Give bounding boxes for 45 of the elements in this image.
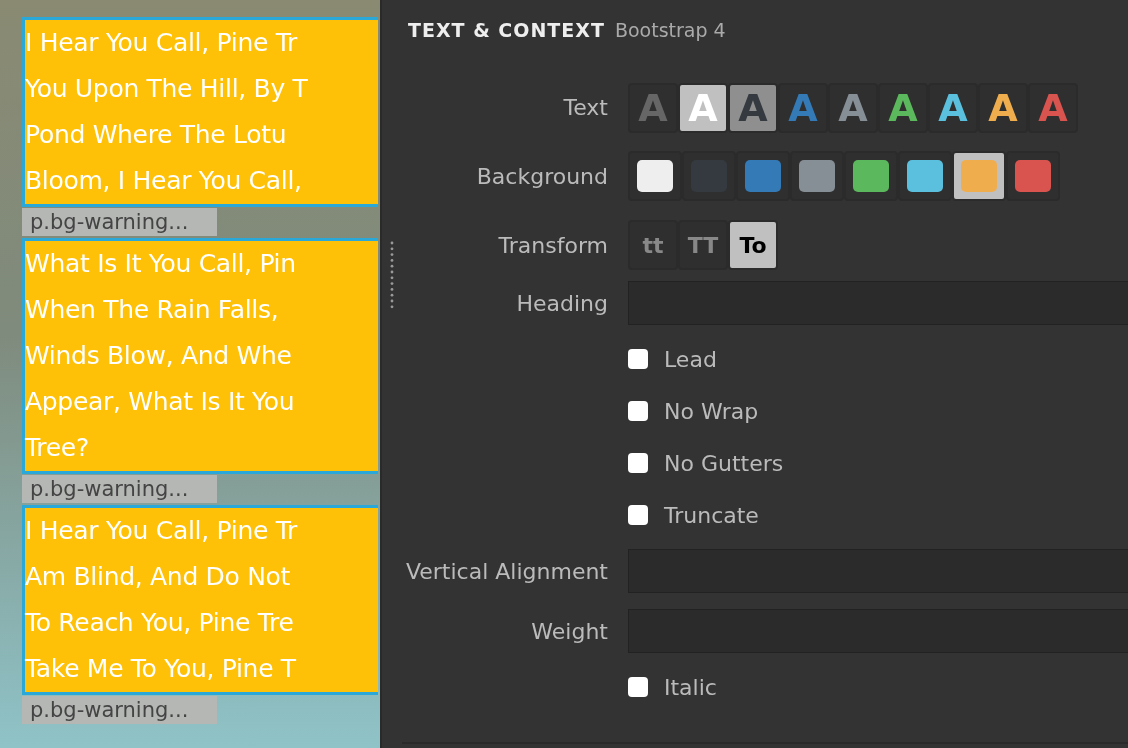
text-color-swatch[interactable]: A xyxy=(1028,82,1078,133)
transform-button[interactable]: TT xyxy=(678,220,728,270)
text-color-swatch[interactable]: A xyxy=(828,82,878,133)
field-label: Transform xyxy=(497,232,609,258)
checkbox[interactable] xyxy=(628,453,648,473)
field-label: Heading xyxy=(515,290,609,316)
paragraph-line: To Reach You, Pine Tre xyxy=(25,607,295,639)
paragraph-line: Pond Where The Lotu xyxy=(25,119,288,151)
field-label: Weight xyxy=(530,618,609,644)
field-label: Vertical Alignment xyxy=(404,558,609,584)
paragraph-line: Am Blind, And Do Not xyxy=(25,561,292,593)
paragraph-line: What Is It You Call, Pin xyxy=(25,248,297,280)
text-color-swatch[interactable]: A xyxy=(878,82,928,133)
paragraph-line: You Upon The Hill, By T xyxy=(25,73,309,105)
transform-button[interactable]: To xyxy=(728,220,778,270)
paragraph-line: Winds Blow, And Whe xyxy=(25,340,293,372)
checkbox-label: No Wrap xyxy=(664,398,759,424)
text-color-swatch[interactable]: A xyxy=(928,82,978,133)
paragraph-line: Take Me To You, Pine T xyxy=(25,653,297,685)
element-tag[interactable]: p.bg-warning... xyxy=(22,696,217,724)
field-label: Background xyxy=(475,163,609,189)
checkbox[interactable] xyxy=(628,505,648,525)
checkbox-label: Lead xyxy=(664,346,717,372)
paragraph-line: I Hear You Call, Pine Tr xyxy=(25,27,299,59)
checkbox-label: Truncate xyxy=(664,502,759,528)
paragraph-line: I Hear You Call, Pine Tr xyxy=(25,515,299,547)
text-color-swatch[interactable]: A xyxy=(728,82,778,133)
transform-button[interactable]: tt xyxy=(628,220,678,270)
paragraph-line: Appear, What Is It You xyxy=(25,386,296,418)
paragraph-line: When The Rain Falls, xyxy=(25,294,280,326)
paragraph-line: Tree? xyxy=(25,432,90,464)
element-tag[interactable]: p.bg-warning... xyxy=(22,475,217,503)
field-label: Text xyxy=(562,95,609,120)
checkbox[interactable] xyxy=(628,401,648,421)
checkbox[interactable] xyxy=(628,677,648,697)
paragraph-line: Bloom, I Hear You Call, xyxy=(25,165,303,197)
drag-handle-icon[interactable] xyxy=(390,240,394,310)
text-color-swatch[interactable]: A xyxy=(778,82,828,133)
text-color-swatch[interactable]: A xyxy=(978,82,1028,133)
panel-subtitle: Bootstrap 4 xyxy=(614,19,726,41)
panel-title: TEXT & CONTEXT xyxy=(408,19,605,41)
checkbox[interactable] xyxy=(628,349,648,369)
checkbox-label: No Gutters xyxy=(664,450,784,476)
element-tag[interactable]: p.bg-warning... xyxy=(22,208,217,236)
checkbox-label: Italic xyxy=(664,674,717,700)
